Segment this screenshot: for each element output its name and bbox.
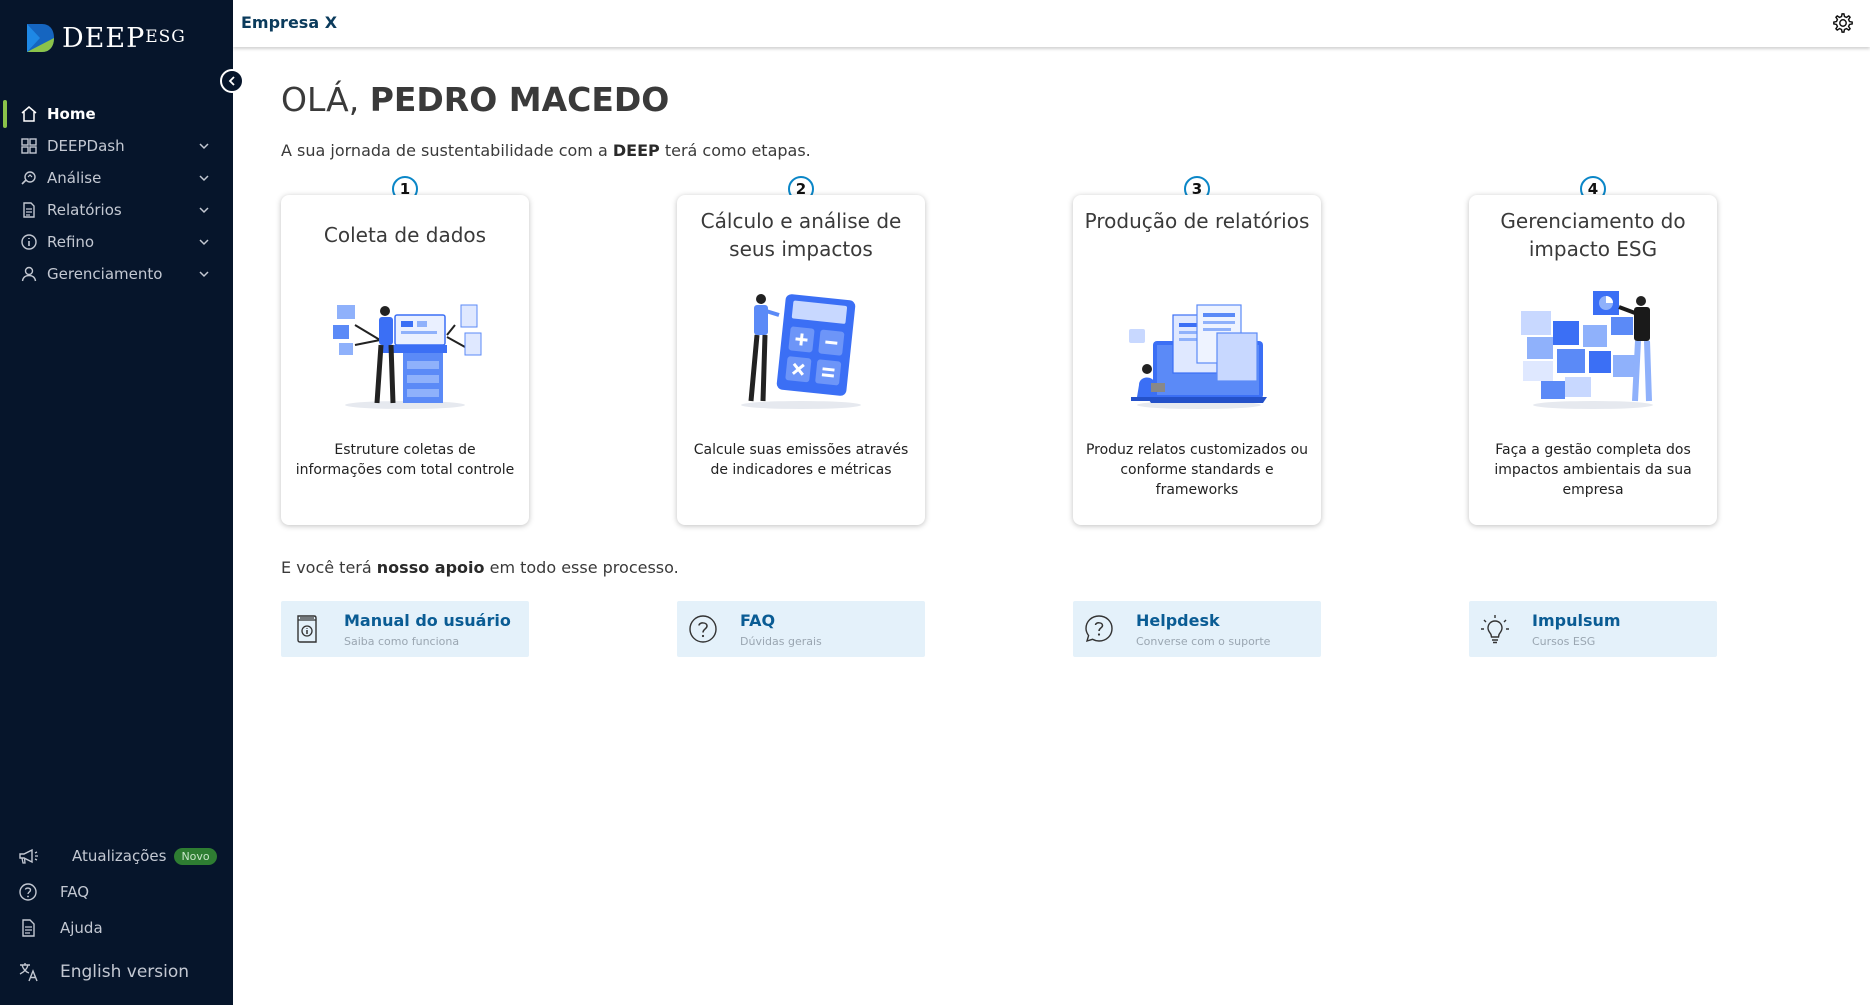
support-title: Impulsum — [1532, 611, 1621, 630]
page-title: OLÁ, PEDRO MACEDO — [281, 80, 669, 119]
management-illustration — [1521, 291, 1653, 409]
step-description: Produz relatos customizados ou conforme … — [1085, 442, 1309, 498]
support-text: E você terá nosso apoio em todo esse pro… — [281, 558, 679, 577]
support-card-impulsum[interactable]: Impulsum Cursos ESG — [1469, 601, 1717, 657]
faq-label: FAQ — [60, 883, 90, 901]
gear-icon[interactable] — [1832, 12, 1854, 34]
sidebar-item-label: Refino — [47, 233, 95, 251]
question-circle-icon — [19, 883, 37, 901]
chevron-down-icon — [199, 143, 209, 150]
support-card-manual[interactable]: Manual do usuário Saiba como funciona — [281, 601, 529, 657]
sidebar-item-deepdash[interactable]: DEEPDash — [0, 130, 233, 162]
chat-question-icon — [1085, 615, 1113, 643]
intro-after: terá como etapas. — [664, 141, 811, 160]
support-title: FAQ — [740, 611, 776, 630]
user-icon — [21, 266, 37, 282]
dashboard-icon — [21, 138, 37, 154]
brand-logo[interactable]: DEEPESG — [24, 22, 186, 54]
sidebar-item-gerenciamento[interactable]: Gerenciamento — [0, 258, 233, 290]
step-title: Coleta de dados — [323, 223, 487, 247]
support-subtitle: Saiba como funciona — [344, 635, 460, 648]
sidebar-item-relatorios[interactable]: Relatórios — [0, 194, 233, 226]
reports-illustration — [1129, 304, 1267, 409]
support-subtitle: Dúvidas gerais — [740, 635, 822, 648]
chevron-down-icon — [199, 271, 209, 278]
chevron-down-icon — [199, 175, 209, 182]
support-text-before: E você terá — [281, 558, 372, 577]
step-description: Faça a gestão completa dos impactos ambi… — [1494, 442, 1692, 498]
question-icon — [689, 615, 717, 643]
top-bar: Empresa X — [233, 0, 1870, 47]
new-badge: Novo — [174, 847, 217, 865]
sidebar: DEEPESG Home DEEPDash Análise Relatórios… — [0, 0, 244, 1005]
sidebar-item-home[interactable]: Home — [0, 98, 233, 130]
report-icon — [23, 202, 35, 218]
support-title: Helpdesk — [1136, 611, 1220, 630]
sidebar-item-analise[interactable]: Análise — [0, 162, 233, 194]
intro-before: A sua jornada de sustentabilidade com a — [281, 141, 608, 160]
logo-mark-icon — [27, 24, 54, 52]
document-icon — [22, 919, 35, 937]
data-collection-illustration — [333, 304, 482, 409]
support-card-helpdesk[interactable]: Helpdesk Converse com o suporte — [1073, 601, 1321, 657]
step-description: Calcule suas emissões através de indicad… — [693, 442, 909, 478]
support-title: Manual do usuário — [344, 611, 511, 630]
step-description: Estruture coletas de informações com tot… — [295, 442, 515, 478]
sidebar-bottom-nav: Atualizações Novo FAQ Ajuda English vers… — [0, 838, 233, 994]
sidebar-item-label: Gerenciamento — [47, 265, 163, 283]
analysis-icon — [21, 171, 36, 185]
step-card-impact-analysis[interactable]: Cálculo e análise de seus impactos Calcu… — [677, 195, 925, 525]
brand-name: DEEPESG — [62, 22, 186, 54]
sidebar-item-help[interactable]: Ajuda — [0, 910, 233, 946]
greeting-prefix: OLÁ, — [281, 80, 360, 119]
manual-icon — [297, 615, 317, 643]
intro-brand: DEEP — [612, 141, 660, 160]
user-name: PEDRO MACEDO — [369, 80, 670, 119]
lightbulb-icon — [1481, 615, 1509, 644]
language-toggle[interactable]: English version — [0, 950, 233, 994]
sidebar-item-updates[interactable]: Atualizações Novo — [0, 838, 233, 874]
main-nav: Home DEEPDash Análise Relatórios Refino … — [0, 98, 233, 290]
support-subtitle: Converse com o suporte — [1136, 635, 1271, 648]
help-label: Ajuda — [60, 919, 103, 937]
support-text-after: em todo esse processo. — [489, 558, 679, 577]
step-card-esg-management[interactable]: Gerenciamento do impacto ESG Faça a gest… — [1469, 195, 1717, 525]
step-title: Gerenciamento do impacto ESG — [1500, 209, 1686, 261]
chevron-down-icon — [199, 207, 209, 214]
sidebar-item-refino[interactable]: Refino — [0, 226, 233, 258]
collapse-sidebar-button[interactable] — [220, 69, 244, 93]
chevron-down-icon — [199, 239, 209, 246]
sidebar-item-label: Home — [47, 105, 96, 123]
chevron-left-icon — [228, 76, 235, 86]
megaphone-icon — [19, 848, 38, 864]
step-title: Cálculo e análise de seus impactos — [700, 209, 902, 261]
step-card-data-collection[interactable]: Coleta de dados Estruture coletas de inf… — [281, 195, 529, 525]
step-card-reports[interactable]: Produção de relatórios Produz relatos cu… — [1073, 195, 1321, 525]
sidebar-item-label: DEEPDash — [47, 137, 125, 155]
sidebar-item-faq[interactable]: FAQ — [0, 874, 233, 910]
language-label: English version — [60, 962, 190, 982]
company-name[interactable]: Empresa X — [241, 13, 337, 32]
sidebar-item-label: Análise — [47, 169, 102, 187]
support-subtitle: Cursos ESG — [1532, 635, 1596, 648]
info-icon — [21, 234, 37, 250]
home-icon — [21, 106, 37, 122]
support-text-bold: nosso apoio — [376, 558, 485, 577]
updates-label: Atualizações — [72, 847, 167, 865]
translate-icon — [19, 963, 38, 982]
calculator-illustration — [741, 294, 861, 409]
step-title: Produção de relatórios — [1084, 209, 1310, 233]
intro-text: A sua jornada de sustentabilidade com a … — [281, 141, 811, 160]
sidebar-item-label: Relatórios — [47, 201, 122, 219]
support-card-faq[interactable]: FAQ Dúvidas gerais — [677, 601, 925, 657]
